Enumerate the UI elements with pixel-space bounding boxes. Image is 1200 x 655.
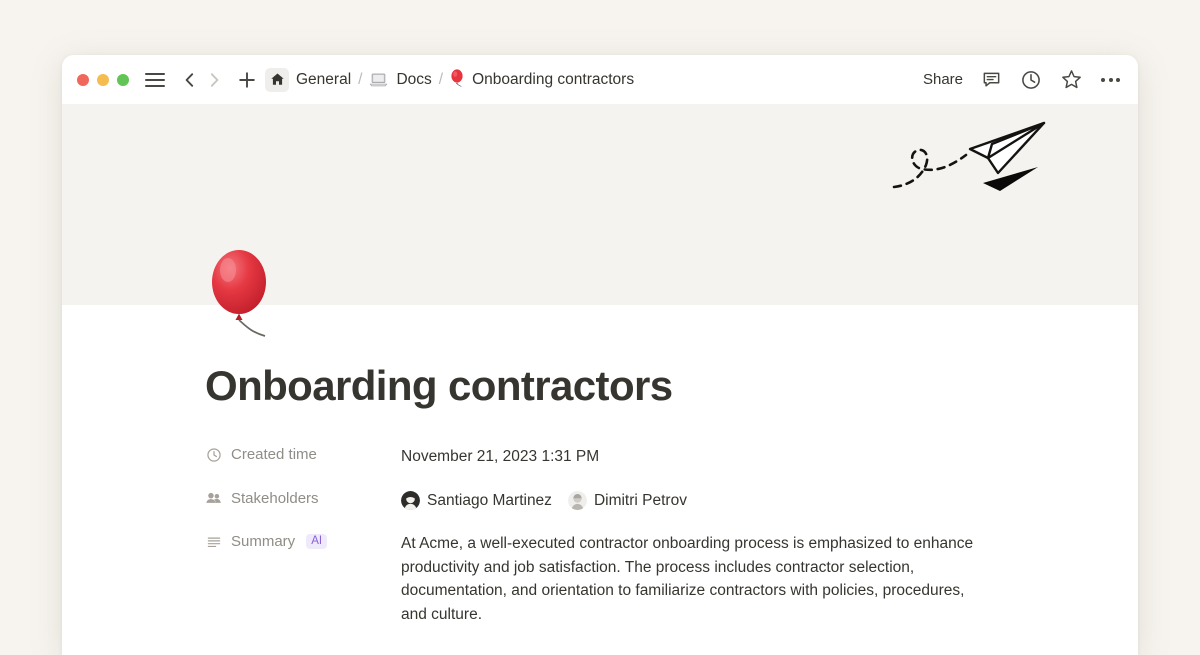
close-window-button[interactable]	[77, 73, 89, 86]
new-page-icon[interactable]	[235, 68, 259, 92]
page-properties: Created time November 21, 2023 1:31 PM S…	[205, 445, 1138, 626]
clock-history-icon[interactable]	[1020, 69, 1042, 91]
share-button[interactable]: Share	[923, 71, 963, 88]
property-row-summary: Summary AI At Acme, a well-executed cont…	[205, 532, 1138, 626]
ai-badge: AI	[306, 533, 328, 550]
property-label-created-time[interactable]: Created time	[205, 445, 401, 463]
breadcrumb-separator-2: /	[438, 70, 444, 88]
home-icon[interactable]	[265, 67, 289, 92]
laptop-icon	[369, 72, 388, 88]
property-name-text: Created time	[231, 446, 317, 463]
paper-airplane-illustration	[888, 111, 1048, 201]
people-icon	[205, 490, 222, 507]
property-value-created-time[interactable]: November 21, 2023 1:31 PM	[401, 445, 599, 469]
avatar	[567, 490, 587, 510]
stakeholder-chip[interactable]: Santiago Martinez	[401, 489, 552, 513]
property-value-summary[interactable]: At Acme, a well-executed contractor onbo…	[401, 532, 993, 626]
breadcrumb-separator: /	[358, 70, 363, 88]
property-row-stakeholders: Stakeholders Santiago Martinez Dimitri P…	[205, 489, 1138, 513]
sidebar-toggle-icon[interactable]	[145, 72, 165, 87]
minimize-window-button[interactable]	[97, 73, 109, 86]
property-name-text: Summary	[231, 533, 296, 551]
zoom-window-button[interactable]	[117, 73, 129, 86]
stakeholder-name: Dimitri Petrov	[593, 491, 687, 509]
traffic-lights	[77, 73, 129, 86]
back-icon[interactable]	[179, 69, 201, 91]
stakeholder-chip[interactable]: Dimitri Petrov	[567, 489, 687, 513]
page-icon-balloon-emoji[interactable]	[205, 249, 279, 353]
page-content: Onboarding contractors Created time Nove…	[62, 250, 1138, 655]
star-icon[interactable]	[1060, 68, 1083, 91]
clock-icon	[205, 446, 222, 463]
breadcrumb-item-docs[interactable]: Docs	[396, 71, 431, 89]
window-toolbar: General / Docs / Onboarding contractors …	[62, 55, 1138, 104]
property-name-text: Stakeholders	[231, 489, 319, 507]
property-row-created-time: Created time November 21, 2023 1:31 PM	[205, 445, 1138, 469]
stakeholder-name: Santiago Martinez	[427, 491, 552, 509]
text-lines-icon	[205, 533, 222, 550]
more-options-icon[interactable]	[1101, 77, 1120, 82]
property-value-stakeholders: Santiago Martinez Dimitri Petrov	[401, 489, 695, 513]
balloon-emoji-icon	[450, 69, 465, 90]
property-label-stakeholders[interactable]: Stakeholders	[205, 489, 401, 507]
comment-icon[interactable]	[981, 69, 1002, 90]
app-window: General / Docs / Onboarding contractors …	[62, 55, 1138, 655]
breadcrumb: General / Docs / Onboarding contractors	[265, 67, 634, 92]
toolbar-actions: Share	[923, 68, 1120, 91]
property-label-summary[interactable]: Summary AI	[205, 532, 401, 550]
page-title[interactable]: Onboarding contractors	[205, 305, 1138, 410]
breadcrumb-item-current-page[interactable]: Onboarding contractors	[472, 71, 634, 89]
avatar	[401, 490, 420, 510]
forward-icon[interactable]	[203, 69, 225, 91]
breadcrumb-item-general[interactable]: General	[296, 71, 351, 89]
